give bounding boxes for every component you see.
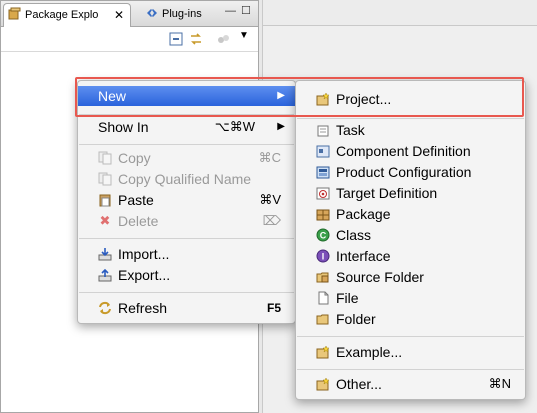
menu-item-show-in-label: Show In	[98, 119, 149, 135]
submenu-arrow-icon: ▶	[277, 121, 285, 132]
copy-icon	[98, 151, 112, 165]
svg-text:I: I	[322, 252, 325, 262]
submenu-item-component-definition-label: Component Definition	[336, 143, 471, 159]
component-definition-icon	[316, 145, 330, 158]
menu-item-delete-label: Delete	[118, 213, 159, 229]
menu-item-show-in[interactable]: Show In ⌥⌘W ▶	[78, 117, 295, 137]
menu-item-paste-label: Paste	[118, 192, 154, 208]
plugin-icon	[147, 9, 157, 17]
submenu-item-file[interactable]: File	[296, 288, 525, 308]
close-icon[interactable]: ✕	[114, 4, 124, 26]
minimize-icon[interactable]: —	[225, 5, 236, 17]
source-folder-icon	[316, 272, 329, 283]
submenu-item-product-configuration[interactable]: Product Configuration	[296, 162, 525, 182]
paste-shortcut: ⌘V	[259, 192, 281, 207]
menu-item-new[interactable]: New ▶	[78, 86, 295, 106]
import-icon	[98, 248, 112, 261]
view-tab-bar: Package Explo ✕ Plug-ins — ☐	[1, 1, 258, 27]
submenu-item-folder-label: Folder	[336, 311, 376, 327]
context-menu: New ▶ Show In ⌥⌘W ▶ Copy ⌘C Copy Qualifi…	[77, 80, 296, 324]
other-shortcut: ⌘N	[488, 376, 511, 391]
folder-icon	[316, 314, 329, 325]
submenu-item-project-label: Project...	[336, 91, 392, 107]
tab-package-explorer-label: Package Explo	[25, 9, 99, 21]
paste-icon	[99, 194, 111, 207]
submenu-arrow-icon: ▶	[277, 90, 285, 101]
submenu-item-example-label: Example...	[336, 344, 403, 360]
refresh-shortcut: F5	[266, 301, 281, 315]
editor-area-header	[263, 0, 537, 26]
submenu-item-class-label: Class	[336, 227, 372, 243]
submenu-item-class[interactable]: C Class	[296, 225, 525, 245]
menu-item-import-label: Import...	[118, 246, 170, 262]
class-icon: C	[316, 228, 330, 242]
export-icon	[98, 268, 112, 282]
menu-item-copy-label: Copy	[118, 150, 151, 166]
submenu-item-product-configuration-label: Product Configuration	[336, 164, 472, 180]
tab-plugins[interactable]: Plug-ins	[141, 3, 221, 27]
copy-shortcut: ⌘C	[258, 150, 281, 165]
submenu-item-target-definition-label: Target Definition	[336, 185, 438, 201]
submenu-item-interface[interactable]: I Interface	[296, 246, 525, 266]
submenu-item-other-label: Other...	[336, 376, 382, 392]
menu-item-new-label: New	[98, 88, 127, 104]
submenu-item-interface-label: Interface	[336, 248, 391, 264]
menu-item-copy-qualified-label: Copy Qualified Name	[118, 171, 252, 187]
menu-separator	[79, 144, 294, 145]
menu-item-paste[interactable]: Paste ⌘V	[78, 190, 295, 210]
delete-icon: ✖	[99, 213, 111, 228]
package-explorer-icon	[8, 7, 21, 20]
submenu-item-source-folder-label: Source Folder	[336, 269, 424, 285]
menu-separator	[297, 369, 524, 370]
new-submenu: Project... Task Component Definition Pro…	[295, 80, 526, 400]
menu-separator	[79, 292, 294, 293]
menu-separator	[297, 118, 524, 119]
package-icon	[316, 209, 330, 221]
menu-item-delete[interactable]: ✖ Delete ⌦	[78, 211, 295, 231]
menu-separator	[79, 238, 294, 239]
submenu-item-package[interactable]: Package	[296, 204, 525, 224]
view-menu-icon[interactable]: ▼	[239, 30, 249, 41]
target-definition-icon	[316, 187, 330, 200]
view-toolbar: ▼	[1, 28, 258, 52]
menu-item-copy-qualified-name[interactable]: Copy Qualified Name	[78, 169, 295, 189]
interface-icon: I	[316, 249, 330, 263]
submenu-item-target-definition[interactable]: Target Definition	[296, 183, 525, 203]
new-project-icon	[316, 92, 330, 106]
menu-item-refresh-label: Refresh	[118, 300, 168, 316]
file-icon	[318, 291, 329, 305]
submenu-item-task[interactable]: Task	[296, 120, 525, 140]
show-in-shortcut: ⌥⌘W	[214, 119, 255, 134]
submenu-item-task-label: Task	[336, 122, 365, 138]
submenu-item-package-label: Package	[336, 206, 391, 222]
delete-shortcut: ⌦	[262, 213, 281, 228]
submenu-item-source-folder[interactable]: Source Folder	[296, 267, 525, 287]
task-icon	[317, 125, 329, 137]
menu-item-copy[interactable]: Copy ⌘C	[78, 148, 295, 168]
menu-item-export[interactable]: Export...	[78, 265, 295, 285]
tab-package-explorer[interactable]: Package Explo ✕	[3, 3, 131, 27]
link-with-editor-icon[interactable]	[189, 32, 203, 46]
product-configuration-icon	[316, 166, 330, 179]
submenu-item-project[interactable]: Project...	[296, 89, 525, 109]
submenu-item-component-definition[interactable]: Component Definition	[296, 141, 525, 161]
submenu-item-example[interactable]: Example...	[296, 342, 525, 362]
focus-icon[interactable]	[216, 32, 230, 46]
collapse-all-icon[interactable]	[169, 32, 183, 46]
menu-item-refresh[interactable]: Refresh F5	[78, 298, 295, 318]
svg-text:C: C	[320, 231, 327, 241]
submenu-item-other[interactable]: Other... ⌘N	[296, 374, 525, 394]
submenu-item-folder[interactable]: Folder	[296, 309, 525, 329]
new-other-icon	[316, 377, 330, 391]
refresh-icon	[99, 301, 111, 315]
tab-plugins-label: Plug-ins	[162, 8, 202, 20]
submenu-item-file-label: File	[336, 290, 359, 306]
new-example-icon	[316, 345, 330, 359]
maximize-icon[interactable]: ☐	[241, 4, 251, 17]
copy-qualified-icon	[98, 172, 112, 186]
menu-separator	[297, 336, 524, 337]
menu-item-export-label: Export...	[118, 267, 171, 283]
menu-item-import[interactable]: Import...	[78, 244, 295, 264]
menu-separator	[79, 114, 294, 115]
